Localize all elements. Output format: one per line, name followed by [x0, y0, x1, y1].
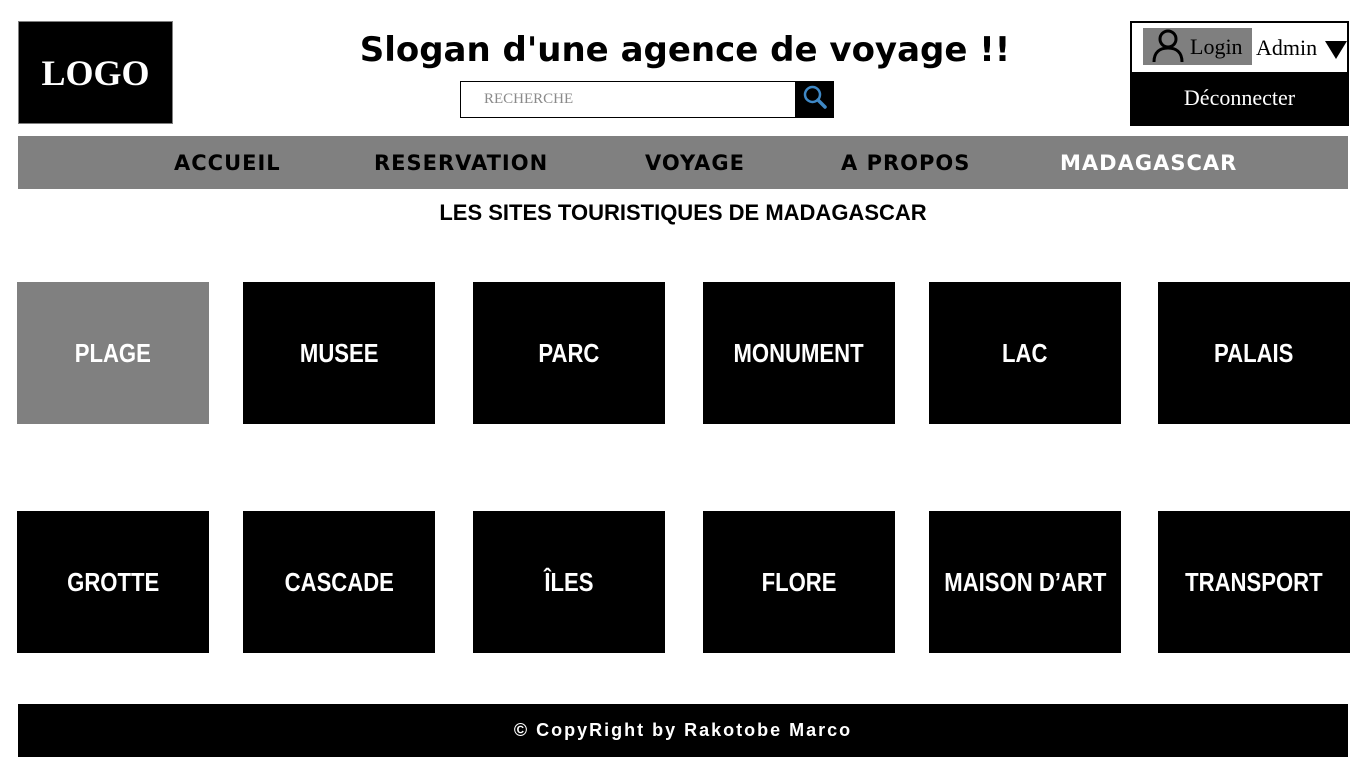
search-button[interactable] [796, 81, 834, 118]
nav-item-reservation[interactable]: RESERVATION [374, 136, 548, 189]
tile-palais[interactable]: PALAIS [1158, 282, 1350, 424]
tile-label: PARC [538, 337, 600, 368]
footer-copyright: © CopyRight by Rakotobe Marco [513, 720, 853, 740]
tile-label: CASCADE [284, 566, 394, 597]
tile-label: GROTTE [66, 566, 160, 597]
tile-label: MONUMENT [733, 337, 865, 368]
tile-label: LAC [1002, 337, 1048, 368]
tile-label: MUSEE [299, 337, 379, 368]
tile-label: PLAGE [74, 337, 152, 368]
slogan: Slogan d'une agence de voyage !! [359, 30, 1011, 70]
logo[interactable]: LOGO [18, 21, 173, 124]
search-icon [802, 84, 828, 115]
tile-plage[interactable]: PLAGE [17, 282, 209, 424]
tile-musee[interactable]: MUSEE [243, 282, 435, 424]
username-label[interactable]: Admin [1256, 35, 1317, 61]
tile-label: ÎLES [544, 566, 594, 597]
tile-label: FLORE [761, 566, 837, 597]
tile-lac[interactable]: LAC [929, 282, 1121, 424]
tile-iles[interactable]: ÎLES [473, 511, 665, 653]
tile-flore[interactable]: FLORE [703, 511, 895, 653]
tile-maison-d-art[interactable]: MAISON D’ART [929, 511, 1121, 653]
main-nav: ACCUEIL RESERVATION VOYAGE A PROPOS MADA… [18, 136, 1348, 189]
login-button[interactable]: Login [1143, 28, 1252, 65]
logo-text: LOGO [41, 52, 150, 93]
page-title: LES SITES TOURISTIQUES DE MADAGASCAR [439, 200, 927, 225]
tile-label: TRANSPORT [1185, 566, 1323, 597]
nav-item-madagascar[interactable]: MADAGASCAR [1060, 136, 1237, 189]
search-bar [460, 81, 834, 118]
login-label: Login [1190, 33, 1243, 59]
tile-monument[interactable]: MONUMENT [703, 282, 895, 424]
account-panel: Login Admin Déconnecter [1130, 21, 1349, 126]
tile-grotte[interactable]: GROTTE [17, 511, 209, 653]
caret-down-icon[interactable] [1325, 41, 1347, 64]
search-input[interactable] [460, 81, 796, 118]
logout-button[interactable]: Déconnecter [1132, 72, 1347, 124]
tile-transport[interactable]: TRANSPORT [1158, 511, 1350, 653]
nav-item-voyage[interactable]: VOYAGE [645, 136, 745, 189]
tile-cascade[interactable]: CASCADE [243, 511, 435, 653]
tile-parc[interactable]: PARC [473, 282, 665, 424]
footer: © CopyRight by Rakotobe Marco [18, 704, 1348, 757]
nav-item-a-propos[interactable]: A PROPOS [841, 136, 970, 189]
tile-label: MAISON D’ART [943, 566, 1107, 597]
nav-item-accueil[interactable]: ACCUEIL [174, 136, 281, 189]
user-icon [1151, 28, 1185, 67]
tile-label: PALAIS [1214, 337, 1294, 368]
logout-label: Déconnecter [1183, 85, 1296, 110]
